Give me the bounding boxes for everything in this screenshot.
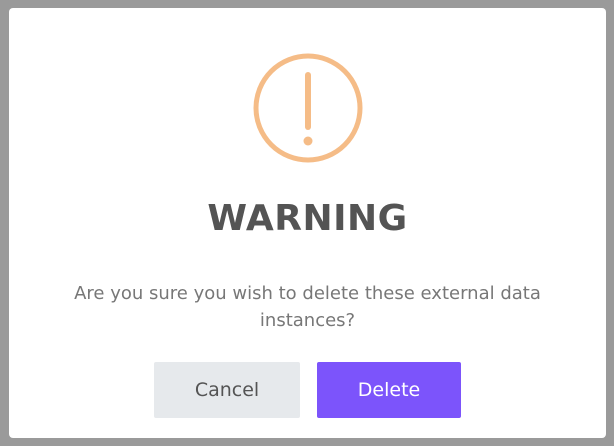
dialog-title: WARNING: [207, 198, 408, 239]
delete-button[interactable]: Delete: [317, 362, 461, 418]
warning-exclamation-icon: [253, 53, 363, 163]
dialog-message: Are you sure you wish to delete these ex…: [74, 283, 541, 331]
cancel-button[interactable]: Cancel: [154, 362, 300, 418]
warning-dialog: WARNING Are you sure you wish to delete …: [9, 8, 606, 438]
